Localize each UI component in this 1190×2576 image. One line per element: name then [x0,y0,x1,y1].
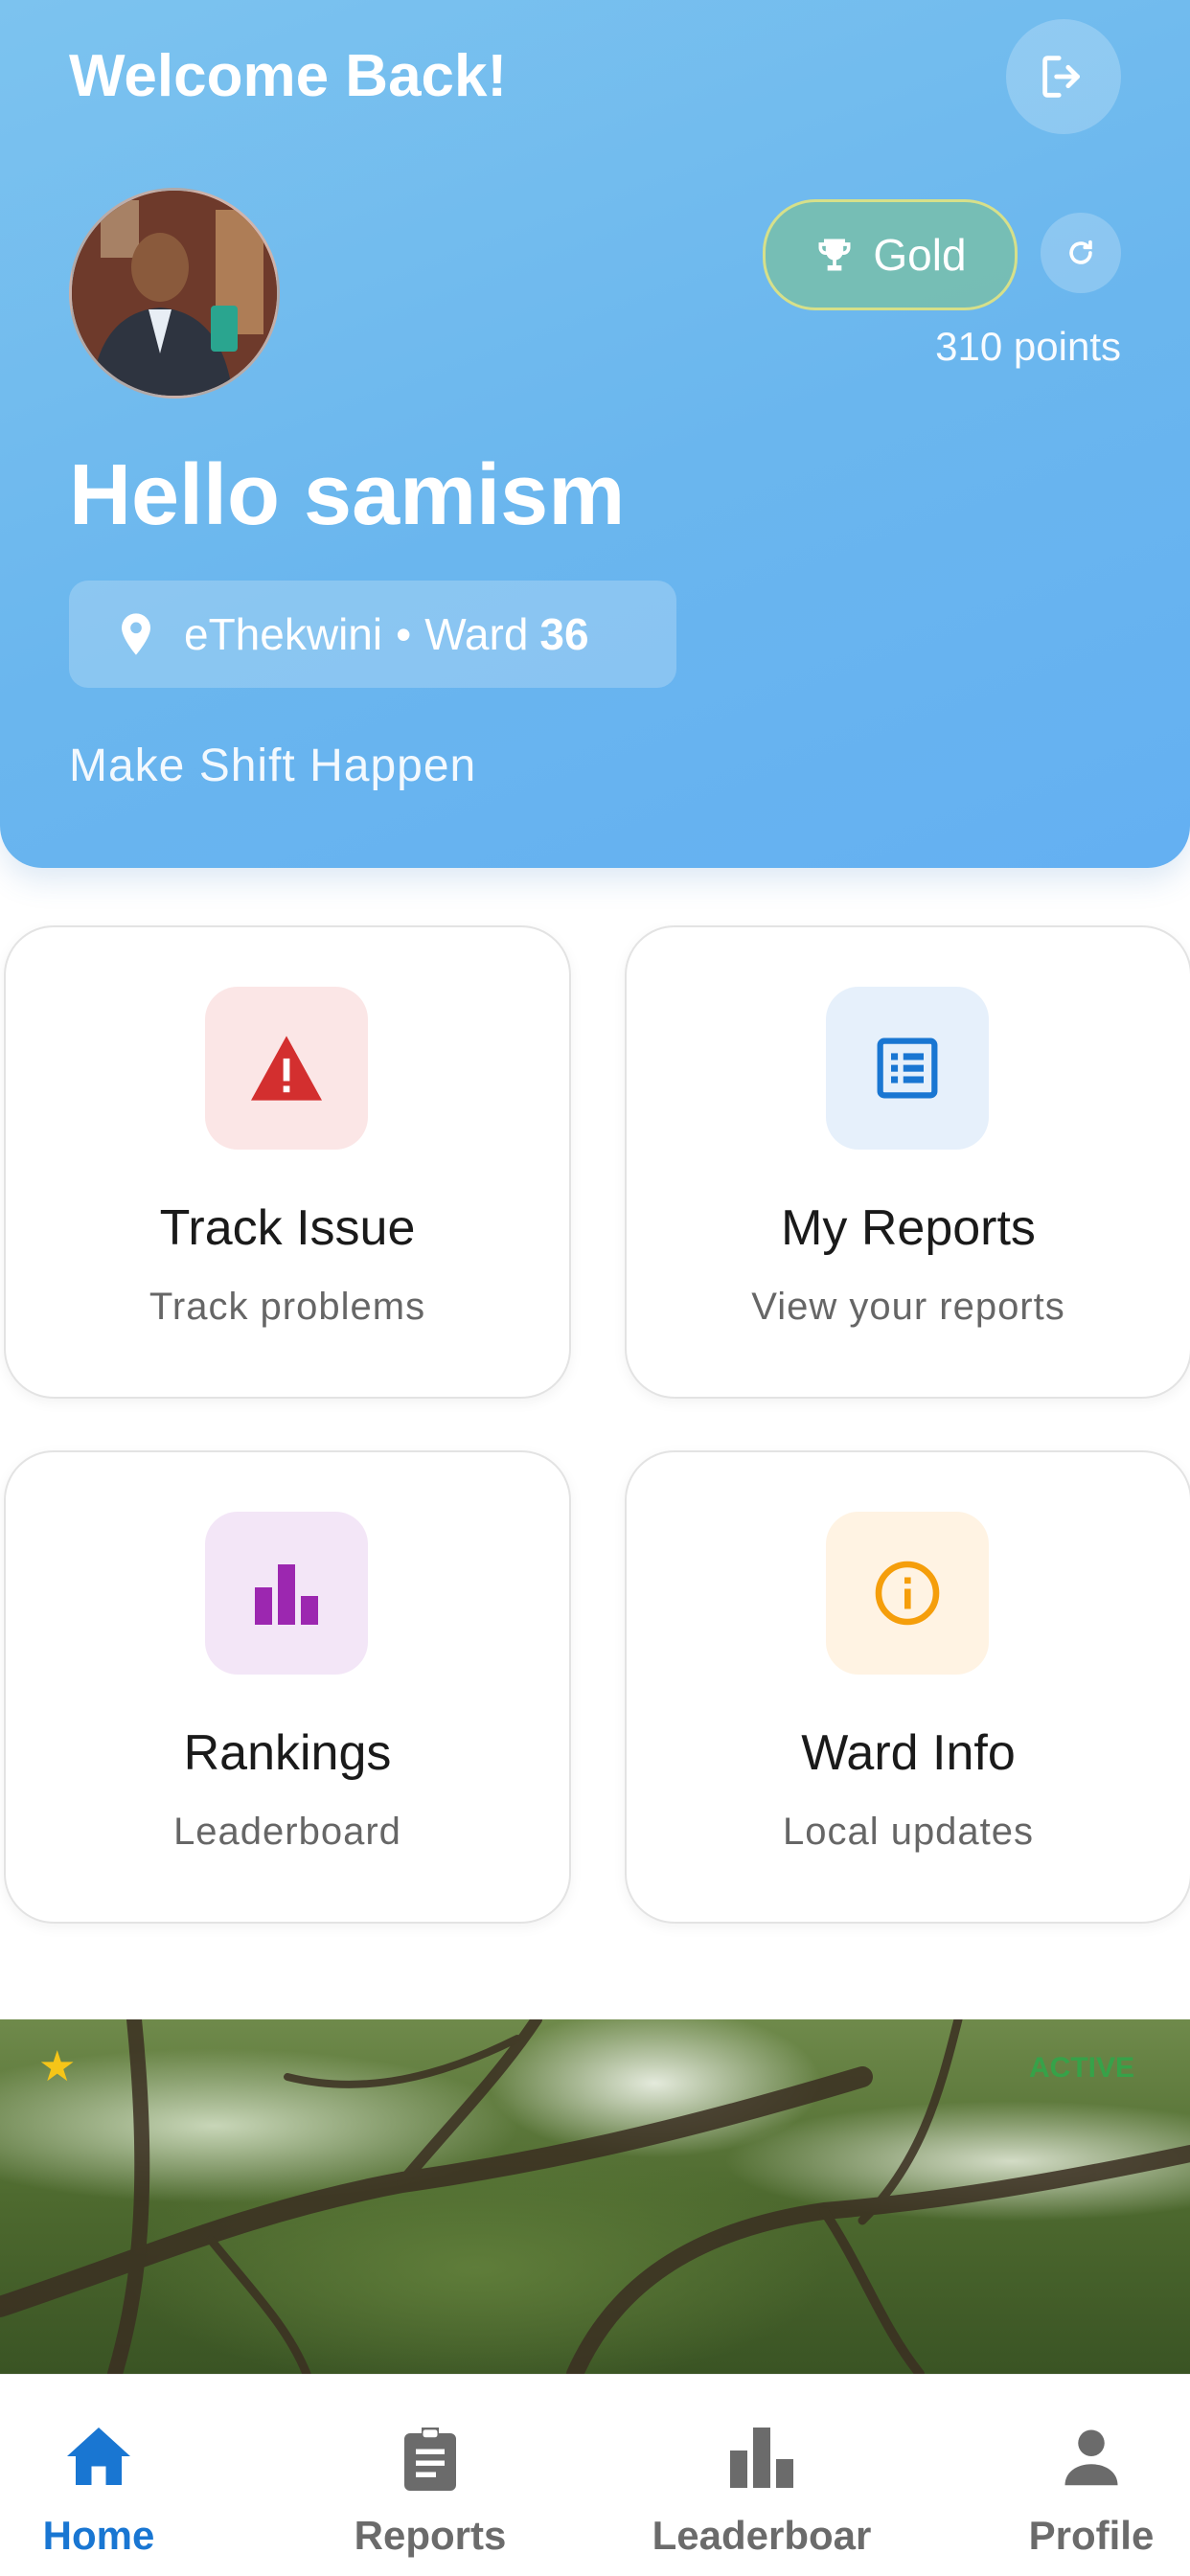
nav-item-leaderboard[interactable]: Leaderboar [613,2375,910,2576]
logout-icon [1042,56,1080,98]
card-title: Track Issue [159,1200,416,1256]
nav-label: Home [42,2513,155,2558]
featured-banner[interactable]: ★ ACTIVE [0,2019,1190,2374]
info-icon [875,1561,940,1626]
bottom-nav: Home Reports Leaderboar Profile [0,2374,1190,2576]
gold-badge[interactable]: Gold [763,199,1018,310]
nav-item-profile[interactable]: Profile [943,2375,1190,2576]
refresh-button[interactable] [1041,213,1121,293]
my-reports-icon-box [826,987,989,1150]
status-badge: ACTIVE [1028,2052,1134,2084]
welcome-title: Welcome Back! [69,43,508,109]
card-subtitle: Local updates [782,1811,1035,1853]
person-icon [1064,2429,1118,2486]
nav-item-reports[interactable]: Reports [282,2375,579,2576]
location-pin-icon [117,611,155,657]
trophy-icon [818,239,851,271]
home-icon [67,2428,130,2485]
list-icon [877,1037,938,1099]
city-name: eThekwini [184,609,383,659]
warning-icon [251,1036,322,1101]
avatar[interactable] [69,188,280,399]
rankings-icon-box [205,1512,368,1675]
ward-info-card[interactable]: Ward Info Local updates [625,1450,1190,1924]
tagline: Make Shift Happen [69,741,477,791]
tree-branches-image [0,2019,1190,2374]
card-subtitle: Leaderboard [173,1811,401,1853]
points-count: 310 points [935,324,1121,369]
greeting: Hello samism [69,447,626,543]
separator-dot: • [396,609,412,659]
logout-button[interactable] [1006,19,1121,134]
ward-info-icon-box [826,1512,989,1675]
ward-number: 36 [539,609,589,659]
rankings-card[interactable]: Rankings Leaderboard [4,1450,571,1924]
refresh-icon [1069,239,1092,264]
clipboard-icon [404,2428,456,2491]
ward-label: Ward [424,609,529,659]
card-title: My Reports [781,1200,1036,1256]
nav-label: Profile [1028,2513,1155,2558]
nav-label: Reports [354,2513,507,2558]
nav-item-home[interactable]: Home [0,2375,247,2576]
card-subtitle: Track problems [149,1286,426,1328]
card-title: Rankings [183,1725,392,1781]
badge-label: Gold [873,230,967,280]
location-chip: eThekwini • Ward 36 [69,581,676,688]
card-subtitle: View your reports [751,1286,1065,1328]
card-title: Ward Info [801,1725,1016,1781]
avatar-photo [72,191,277,396]
leaderboard-icon [730,2428,793,2488]
my-reports-card[interactable]: My Reports View your reports [625,925,1190,1399]
track-issue-icon-box [205,987,368,1150]
track-issue-card[interactable]: Track Issue Track problems [4,925,571,1399]
star-icon: ★ [38,2043,77,2090]
header-panel: Welcome Back! Gold 310 points Hello sami… [0,0,1190,868]
nav-label: Leaderboar [652,2513,872,2558]
bar-chart-icon [255,1564,318,1625]
